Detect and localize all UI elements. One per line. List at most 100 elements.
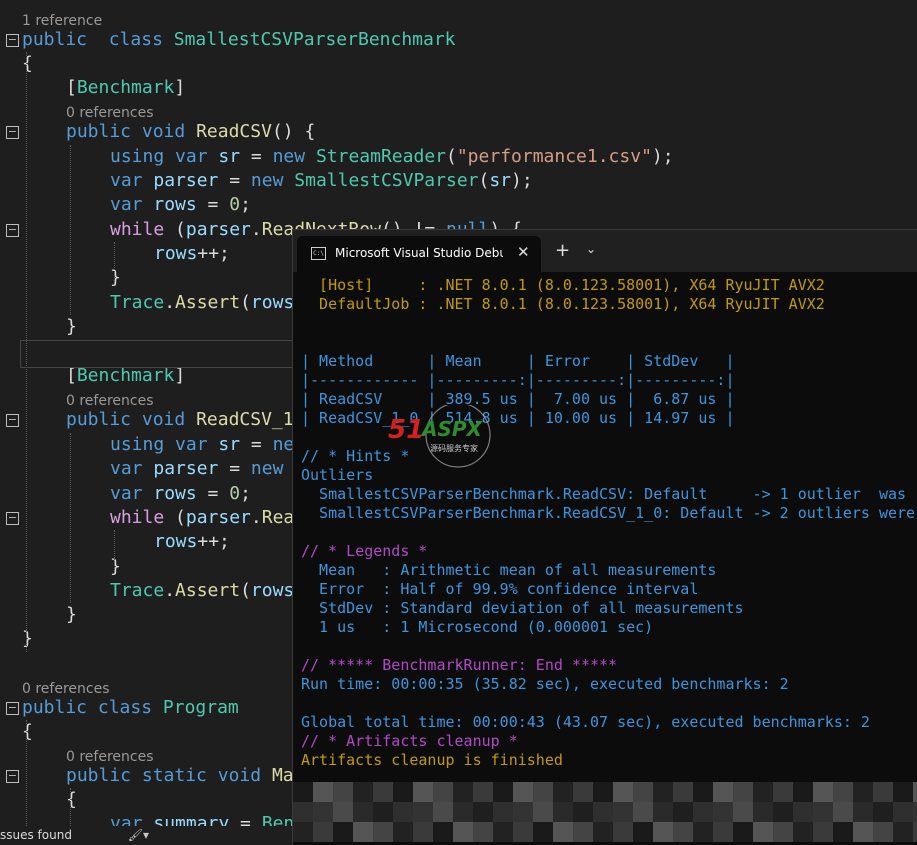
blur-pixel (853, 782, 873, 802)
code-line[interactable]: Trace.Assert(rows (110, 579, 294, 603)
fold-toggle-icon[interactable]: − (6, 34, 19, 47)
close-icon[interactable]: ✕ (517, 243, 530, 261)
blur-pixel (353, 782, 373, 802)
code-token: void (141, 409, 186, 430)
code-token: ); (511, 170, 533, 191)
indent-guide (114, 530, 115, 570)
code-line[interactable]: public static void Ma (66, 764, 294, 788)
blur-pixel (693, 802, 713, 822)
terminal-line: StdDev : Standard deviation of all measu… (301, 599, 744, 617)
blur-pixel (493, 802, 513, 822)
code-line[interactable]: using var sr = new StreamReader("perform… (110, 145, 674, 169)
code-line[interactable]: var rows = 0; (110, 482, 251, 506)
blur-pixel (753, 802, 773, 822)
code-token: () { (271, 121, 316, 142)
blur-pixel (613, 782, 633, 802)
code-line[interactable]: } (110, 555, 121, 579)
terminal-line: |------------ |---------:|---------:|---… (301, 371, 735, 389)
fold-toggle-icon[interactable]: − (6, 770, 19, 783)
blur-pixel (713, 802, 733, 822)
blur-pixel (773, 782, 793, 802)
brush-icon[interactable]: 🖌▾ (128, 828, 149, 842)
code-token: ReadCSV (196, 121, 272, 142)
code-token: new (272, 146, 306, 167)
blur-pixel (313, 822, 333, 842)
code-line[interactable]: } (66, 603, 77, 627)
code-line[interactable]: Trace.Assert(rows (110, 291, 294, 315)
blur-pixel (393, 822, 413, 842)
code-token: Assert (175, 292, 241, 313)
new-tab-button[interactable]: + (555, 240, 570, 261)
blur-pixel (533, 822, 553, 842)
code-token: rows (154, 531, 198, 552)
code-token: rows (153, 483, 197, 504)
code-token: = (240, 146, 273, 167)
code-line[interactable]: { (22, 52, 33, 76)
terminal-line: SmallestCSVParserBenchmark.ReadCSV_1_0: … (301, 504, 916, 522)
blur-pixel (833, 802, 853, 822)
code-line[interactable]: public class SmallestCSVParserBenchmark (22, 28, 456, 52)
code-line[interactable]: var rows = 0; (110, 193, 251, 217)
blur-pixel (293, 822, 313, 842)
code-line[interactable]: } (110, 266, 121, 290)
code-token: [ (66, 365, 77, 386)
code-line[interactable]: rows++; (154, 242, 230, 266)
fold-toggle-icon[interactable]: − (6, 126, 19, 139)
blur-pixel (773, 822, 793, 842)
code-token: [ (66, 77, 77, 98)
code-line[interactable]: var parser = new (110, 457, 283, 481)
code-token: { (22, 721, 33, 742)
blur-pixel (293, 782, 313, 802)
console-icon: C:\ (311, 247, 326, 260)
svg-text:ASPX: ASPX (420, 417, 484, 441)
blur-pixel (393, 782, 413, 802)
terminal-tab[interactable]: C:\ Microsoft Visual Studio Debug Consol… (297, 236, 541, 272)
reference-count-lens[interactable]: 0 references (66, 392, 154, 410)
blur-pixel (653, 802, 673, 822)
blur-pixel (453, 782, 473, 802)
fold-toggle-icon[interactable]: − (6, 224, 19, 237)
reference-count-lens[interactable]: 0 references (22, 680, 110, 698)
reference-count-lens[interactable]: 1 reference (22, 12, 102, 30)
code-line[interactable]: public class Program (22, 696, 239, 720)
code-line[interactable]: while (parser.Rea (110, 506, 294, 530)
reference-count-lens[interactable]: 0 references (66, 748, 154, 766)
blur-pixel (713, 782, 733, 802)
chevron-down-icon[interactable]: ⌄ (586, 242, 596, 256)
fold-toggle-icon[interactable]: − (6, 414, 19, 427)
code-line[interactable]: { (22, 720, 33, 744)
blur-pixel (533, 802, 553, 822)
fold-toggle-icon[interactable]: − (6, 702, 19, 715)
issues-status-text[interactable]: ssues found (0, 828, 72, 842)
blur-pixel (673, 822, 693, 842)
svg-text:源码服务专家: 源码服务专家 (430, 443, 478, 453)
blur-pixel (793, 822, 813, 842)
code-line[interactable]: var parser = new SmallestCSVParser(sr); (110, 169, 533, 193)
code-line[interactable]: [Benchmark] (66, 76, 185, 100)
code-token: parser (185, 507, 251, 528)
code-line[interactable]: } (66, 315, 77, 339)
code-line[interactable]: } (22, 627, 33, 651)
blur-pixel (393, 802, 413, 822)
terminal-line: [Host] : .NET 8.0.1 (8.0.123.58001), X64… (301, 276, 825, 294)
fold-toggle-icon[interactable]: − (6, 512, 19, 525)
code-line[interactable]: { (66, 788, 77, 812)
terminal-window[interactable]: C:\ Microsoft Visual Studio Debug Consol… (292, 229, 917, 845)
code-line[interactable]: using var sr = new (110, 433, 305, 457)
blur-pixel (893, 802, 913, 822)
reference-count-lens[interactable]: 0 references (66, 104, 154, 122)
code-token: . (250, 219, 262, 240)
blur-pixel (533, 782, 553, 802)
code-token: ( (446, 146, 457, 167)
code-line[interactable]: rows++; (154, 530, 230, 554)
code-token: { (22, 53, 33, 74)
code-line[interactable]: public void ReadCSV() { (66, 120, 315, 144)
blur-pixel (733, 822, 753, 842)
